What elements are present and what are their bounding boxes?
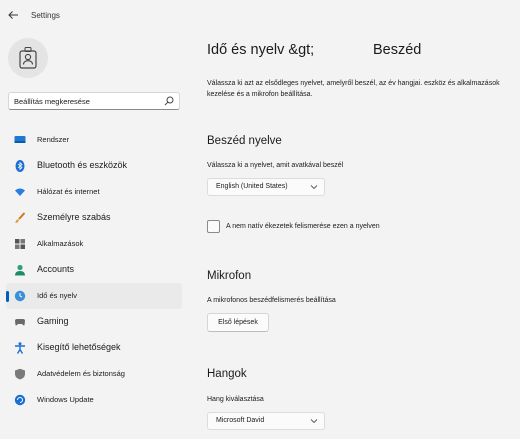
sidebar-item-label: Adatvédelem és biztonság (37, 369, 125, 378)
sidebar-item-personalization[interactable]: Személyre szabás (6, 205, 182, 231)
sidebar-item-network[interactable]: Hálózat és internet (6, 179, 182, 205)
selection-indicator (6, 291, 9, 302)
sidebar-item-label: Idő és nyelv (37, 291, 78, 300)
chevron-down-icon (310, 185, 318, 190)
update-icon (14, 394, 26, 406)
non-native-accent-label: A nem natív ékezetek felismerése ezen a … (226, 223, 380, 230)
sidebar-item-label: Gaming (37, 316, 69, 326)
page-title: Idő és nyelv &gt; Beszéd (207, 42, 421, 58)
search-input[interactable] (14, 96, 164, 107)
microphone-heading: Mikrofon (207, 270, 252, 282)
user-badge-icon (19, 47, 37, 69)
shield-icon (15, 368, 25, 380)
voices-heading: Hangok (207, 368, 247, 380)
sidebar-item-privacy[interactable]: Adatvédelem és biztonság (6, 361, 182, 387)
sidebar-item-rendszer[interactable]: Rendszer (6, 127, 182, 153)
breadcrumb-separator: &gt; (288, 42, 315, 58)
sidebar-item-accounts[interactable]: Accounts (6, 257, 182, 283)
speech-language-hint: Válassza ki a nyelvet, amit avatkával be… (207, 162, 344, 169)
voice-value: Microsoft David (216, 417, 265, 424)
sidebar-item-windows-update[interactable]: Windows Update (6, 387, 182, 413)
non-native-accent-checkbox[interactable] (207, 220, 220, 233)
sidebar-item-label: Kisegítő lehetőségek (37, 342, 121, 352)
page-description: Válassza ki azt az elsődleges nyelvet, a… (207, 80, 500, 98)
person-icon (15, 264, 25, 276)
globe-clock-icon (14, 290, 26, 302)
gamepad-icon (15, 319, 25, 326)
apps-icon (15, 239, 25, 249)
voice-dropdown[interactable]: Microsoft David (207, 412, 325, 430)
search-box[interactable] (8, 92, 180, 110)
get-started-button[interactable]: Első lépések (207, 313, 269, 332)
sidebar-item-label: Személyre szabás (37, 212, 111, 222)
sidebar-item-label: Rendszer (37, 135, 70, 144)
accessibility-icon (15, 342, 25, 354)
monitor-icon (14, 136, 26, 143)
speech-language-value: English (United States) (216, 183, 288, 190)
bluetooth-icon (15, 160, 25, 172)
sidebar-nav: Rendszer Bluetooth és eszközök Hálózat é… (6, 127, 182, 413)
app-title: Settings (31, 11, 60, 20)
paintbrush-icon (15, 212, 26, 223)
sidebar-item-gaming[interactable]: Gaming (6, 309, 182, 335)
title-bar: Settings (0, 0, 520, 34)
sidebar-item-time-language[interactable]: Idő és nyelv (6, 283, 182, 309)
sidebar-item-label: Alkalmazások (37, 239, 84, 248)
chevron-down-icon (310, 419, 318, 424)
sidebar-item-bluetooth[interactable]: Bluetooth és eszközök (6, 153, 182, 179)
sidebar-item-label: Bluetooth és eszközök (37, 160, 128, 170)
search-icon (164, 96, 174, 106)
back-arrow-icon[interactable] (7, 9, 21, 23)
breadcrumb-parent[interactable]: Idő és nyelv (207, 42, 284, 58)
speech-language-dropdown[interactable]: English (United States) (207, 178, 325, 196)
voices-hint: Hang kiválasztása (207, 396, 264, 403)
sidebar-item-apps[interactable]: Alkalmazások (6, 231, 182, 257)
sidebar-item-label: Windows Update (37, 395, 94, 404)
wifi-icon (15, 188, 25, 196)
avatar[interactable] (8, 38, 48, 78)
sidebar-item-label: Accounts (37, 264, 75, 274)
sidebar-item-accessibility[interactable]: Kisegítő lehetőségek (6, 335, 182, 361)
sidebar-item-label: Hálózat és internet (37, 187, 100, 196)
breadcrumb-current: Beszéd (373, 42, 422, 58)
microphone-hint: A mikrofonos beszédfelismerés beállítása (207, 297, 336, 304)
speech-language-heading: Beszéd nyelve (207, 135, 282, 147)
